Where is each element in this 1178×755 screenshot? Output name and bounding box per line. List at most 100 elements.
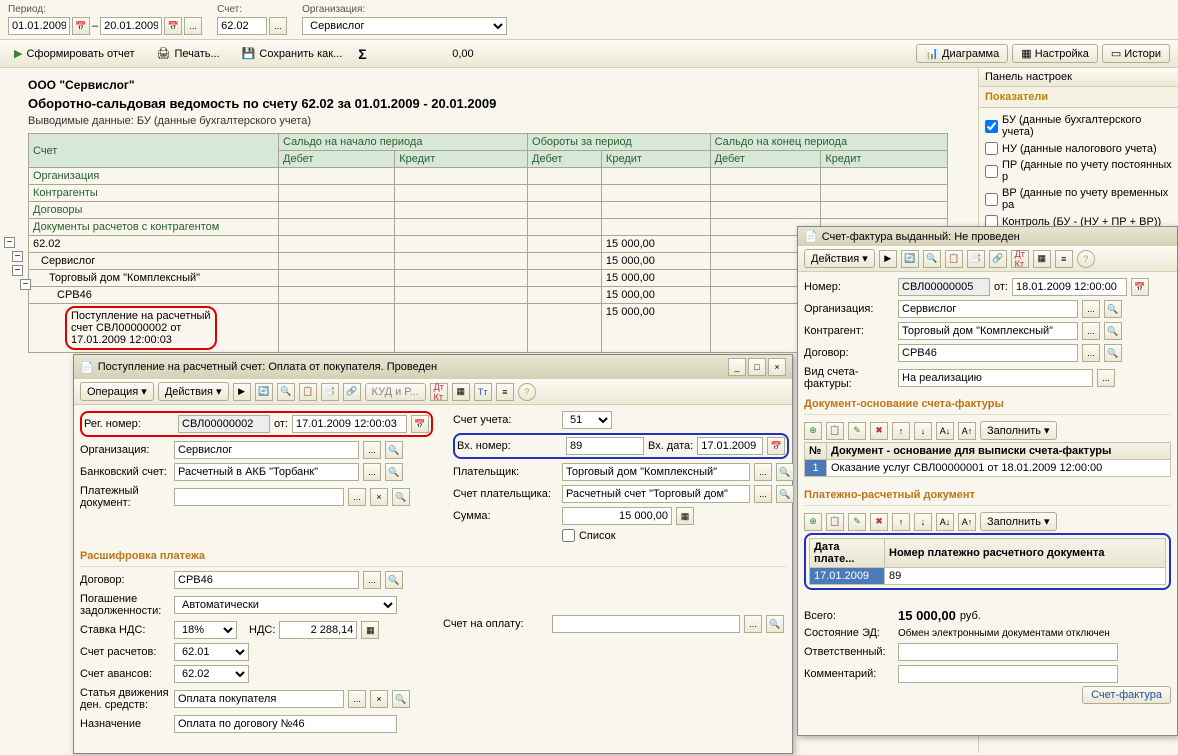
calendar-icon[interactable]: 📅 — [1131, 278, 1149, 296]
diagram-button[interactable]: 📊 Диаграмма — [916, 44, 1008, 63]
search-icon[interactable]: 🔍 — [1104, 322, 1122, 340]
search-icon[interactable]: 🔍 — [385, 463, 403, 481]
calendar-icon[interactable]: 📅 — [767, 437, 785, 455]
account-input[interactable] — [217, 17, 267, 35]
search-icon[interactable]: 🔍 — [1104, 344, 1122, 362]
actions-dropdown[interactable]: Действия ▾ — [158, 382, 229, 401]
ellipsis-icon[interactable]: ... — [1082, 344, 1100, 362]
sum-input[interactable] — [562, 507, 672, 525]
clear-icon[interactable]: × — [370, 690, 388, 708]
edit-icon[interactable]: ✎ — [848, 513, 866, 531]
sort-asc-icon[interactable]: A↓ — [936, 422, 954, 440]
add-icon[interactable]: ⊕ — [804, 513, 822, 531]
calendar-icon[interactable]: 📅 — [164, 17, 182, 35]
tree-collapse-icon[interactable]: − — [12, 265, 23, 276]
calendar-icon[interactable]: 📅 — [411, 415, 429, 433]
down-icon[interactable]: ↓ — [914, 422, 932, 440]
date-to-input[interactable] — [100, 17, 162, 35]
ellipsis-icon[interactable]: ... — [363, 463, 381, 481]
refresh-icon[interactable]: 🔄 — [255, 383, 273, 401]
search-icon[interactable]: 🔍 — [1104, 300, 1122, 318]
copy-icon[interactable]: 📋 — [826, 422, 844, 440]
clear-icon[interactable]: × — [370, 488, 388, 506]
sort-asc-icon[interactable]: A↓ — [936, 513, 954, 531]
dt-kt-icon[interactable]: ДтКт — [430, 383, 448, 401]
sort-desc-icon[interactable]: A↑ — [958, 513, 976, 531]
dt-kt-icon[interactable]: ДтКт — [1011, 250, 1029, 268]
tree-collapse-icon[interactable]: − — [4, 237, 15, 248]
minimize-icon[interactable]: _ — [728, 358, 746, 376]
check-vr[interactable]: ВР (данные по учету временных ра — [983, 185, 1174, 213]
calc-icon[interactable]: ▦ — [676, 507, 694, 525]
kudir-dropdown[interactable]: КУД и Р... — [365, 383, 426, 401]
settings-button[interactable]: ▦ Настройка — [1012, 44, 1098, 63]
run-icon[interactable]: ▶ — [879, 250, 897, 268]
ellipsis-icon[interactable]: ... — [754, 485, 772, 503]
run-icon[interactable]: ▶ — [233, 383, 251, 401]
refresh-icon[interactable]: 🔄 — [901, 250, 919, 268]
org-input[interactable] — [174, 441, 359, 459]
comment-input[interactable] — [898, 665, 1118, 683]
payment-date-cell[interactable]: 17.01.2009 — [810, 568, 885, 585]
tree-collapse-icon[interactable]: − — [12, 251, 23, 262]
search-icon[interactable]: 🔍 — [392, 690, 410, 708]
list-icon[interactable]: ≡ — [1055, 250, 1073, 268]
org-input[interactable] — [898, 300, 1078, 318]
date-input[interactable] — [1012, 278, 1127, 296]
check-bu[interactable]: БУ (данные бухгалтерского учета) — [983, 112, 1174, 140]
sort-desc-icon[interactable]: A↑ — [958, 422, 976, 440]
link-icon[interactable]: 🔗 — [989, 250, 1007, 268]
nds-input[interactable] — [279, 621, 357, 639]
operation-dropdown[interactable]: Операция ▾ — [80, 382, 154, 401]
down-icon[interactable]: ↓ — [914, 513, 932, 531]
responsible-input[interactable] — [898, 643, 1118, 661]
ellipsis-icon[interactable]: ... — [1082, 322, 1100, 340]
report-icon[interactable]: ▦ — [1033, 250, 1051, 268]
move-input[interactable] — [174, 690, 344, 708]
fill-dropdown[interactable]: Заполнить ▾ — [980, 512, 1057, 531]
in-number-input[interactable] — [566, 437, 644, 455]
find-icon[interactable]: 🔍 — [923, 250, 941, 268]
invoice-button[interactable]: Счет-фактура — [1082, 686, 1171, 704]
search-icon[interactable]: 🔍 — [776, 485, 794, 503]
invoice-input[interactable] — [552, 615, 740, 633]
find-icon[interactable]: 🔍 — [277, 383, 295, 401]
payment-num-cell[interactable]: 89 — [885, 568, 1166, 585]
report-icon[interactable]: ▦ — [452, 383, 470, 401]
in-date-input[interactable] — [697, 437, 763, 455]
search-icon[interactable]: 🔍 — [392, 488, 410, 506]
delete-icon[interactable]: ✖ — [870, 422, 888, 440]
tree-collapse-icon[interactable]: − — [20, 279, 31, 290]
table-row[interactable]: Оказание услуг СВЛ00000001 от 18.01.2009… — [827, 460, 1171, 477]
up-icon[interactable]: ↑ — [892, 513, 910, 531]
copy-icon[interactable]: 📋 — [299, 383, 317, 401]
fill-dropdown[interactable]: Заполнить ▾ — [980, 421, 1057, 440]
ellipsis-icon[interactable]: ... — [1097, 369, 1115, 387]
contract-input[interactable] — [898, 344, 1078, 362]
ellipsis-icon[interactable]: ... — [269, 17, 287, 35]
add-icon[interactable]: ⊕ — [804, 422, 822, 440]
paydoc-input[interactable] — [174, 488, 344, 506]
ellipsis-icon[interactable]: ... — [348, 690, 366, 708]
repay-select[interactable]: Автоматически — [174, 596, 397, 614]
vat-select[interactable]: 18% — [174, 621, 237, 639]
check-nu[interactable]: НУ (данные налогового учета) — [983, 140, 1174, 157]
search-icon[interactable]: 🔍 — [385, 441, 403, 459]
link-icon[interactable]: 🔗 — [343, 383, 361, 401]
org-select[interactable]: Сервислог — [302, 17, 507, 35]
structure-icon[interactable]: 📑 — [967, 250, 985, 268]
structure-icon[interactable]: 📑 — [321, 383, 339, 401]
ellipsis-icon[interactable]: ... — [754, 463, 772, 481]
search-icon[interactable]: 🔍 — [766, 615, 784, 633]
sigma-icon[interactable]: Σ — [358, 46, 366, 62]
type-input[interactable] — [898, 369, 1093, 387]
maximize-icon[interactable]: □ — [748, 358, 766, 376]
check-pr[interactable]: ПР (данные по учету постоянных р — [983, 157, 1174, 185]
search-icon[interactable]: 🔍 — [776, 463, 794, 481]
copy-icon[interactable]: 📋 — [826, 513, 844, 531]
generate-button[interactable]: ▶Сформировать отчет — [8, 45, 141, 62]
payer-input[interactable] — [562, 463, 750, 481]
actions-dropdown[interactable]: Действия ▾ — [804, 249, 875, 268]
payer-acct-input[interactable] — [562, 485, 750, 503]
adv-acct-select[interactable]: 62.02 — [174, 665, 249, 683]
